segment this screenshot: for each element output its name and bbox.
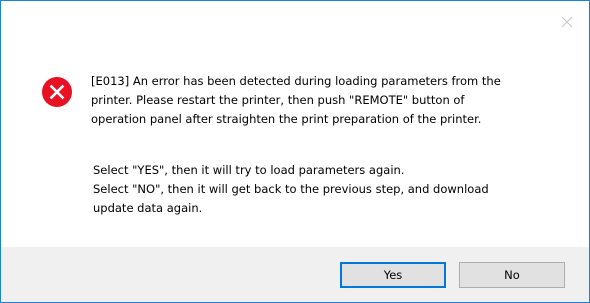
button-bar: Yes No (1, 247, 589, 302)
no-button[interactable]: No (459, 262, 565, 288)
close-icon (561, 16, 573, 28)
error-dialog: [E013] An error has been detected during… (0, 0, 590, 303)
close-button[interactable] (553, 11, 581, 33)
error-icon (41, 76, 73, 108)
yes-button[interactable]: Yes (340, 262, 446, 288)
instruction-message: Select "YES", then it will try to load p… (93, 163, 489, 215)
error-message: [E013] An error has been detected during… (91, 74, 501, 126)
